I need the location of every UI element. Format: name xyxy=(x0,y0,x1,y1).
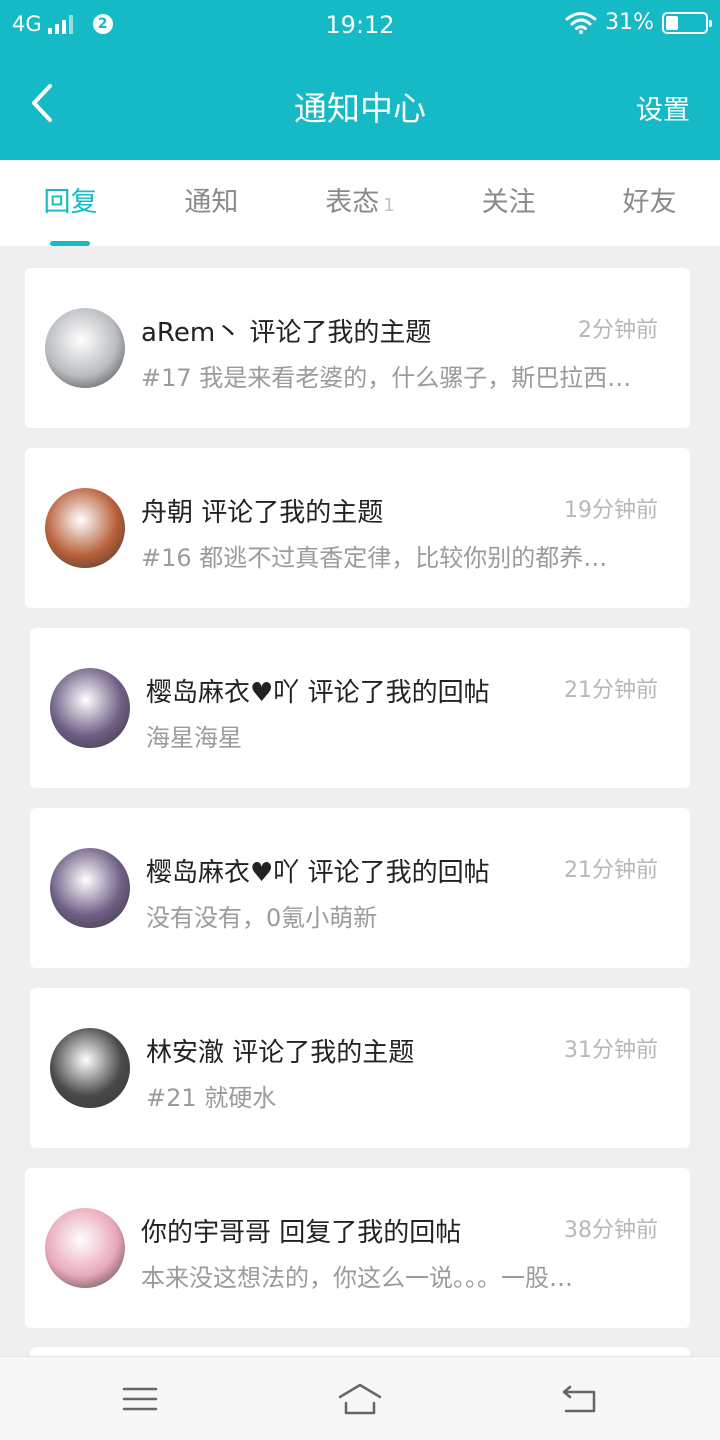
tab-label: 通知 xyxy=(184,187,239,218)
tab-label: 表态 xyxy=(325,187,380,218)
tab-0[interactable]: 回复 xyxy=(23,160,117,246)
system-nav-bar xyxy=(0,1356,720,1440)
notification-headline: 舟朝 评论了我的主题 xyxy=(141,498,384,528)
tab-4[interactable]: 好友 xyxy=(603,160,697,246)
notification-preview: #16 都逃不过真香定律，比较你别的都养… xyxy=(141,544,608,572)
battery-fill xyxy=(666,15,678,30)
tab-2[interactable]: 表态 1 xyxy=(305,160,414,246)
list-item[interactable]: 你的宇哥哥 回复了我的回帖 38分钟前本来没这想法的，你这么一说。。。一股… xyxy=(25,1168,690,1328)
menu-icon[interactable] xyxy=(116,1379,164,1419)
avatar[interactable] xyxy=(45,308,125,388)
status-bar: 4G 2 19:12 31% xyxy=(0,0,720,50)
status-bar-right: 31% xyxy=(565,10,712,35)
notification-headline: 樱岛麻衣♥吖 评论了我的回帖 xyxy=(146,678,490,708)
avatar[interactable] xyxy=(50,848,130,928)
list-item[interactable]: aRem丶 评论了我的主题 2分钟前 #17 我是来看老婆的，什么骡子，斯巴拉西… xyxy=(25,268,690,428)
list-item[interactable]: 樱岛麻衣♥吖 评论了我的回帖 21分钟前没有没有，0氪小萌新 xyxy=(30,808,690,968)
tab-1[interactable]: 通知 xyxy=(164,160,258,246)
home-icon[interactable] xyxy=(336,1379,384,1419)
page-title: 通知中心 xyxy=(294,89,426,128)
notification-list: aRem丶 评论了我的主题 2分钟前 #17 我是来看老婆的，什么骡子，斯巴拉西… 舟… xyxy=(0,268,720,1348)
avatar[interactable] xyxy=(50,668,130,748)
settings-button[interactable]: 设置 xyxy=(636,88,690,127)
tab-3[interactable]: 关注 xyxy=(462,160,556,246)
notification-headline: 你的宇哥哥 回复了我的回帖 xyxy=(141,1218,462,1248)
notification-preview: #21 就硬水 xyxy=(146,1084,277,1112)
notification-headline: 林安澈 评论了我的主题 xyxy=(146,1038,415,1068)
notification-time: 2分钟前 xyxy=(578,318,658,343)
notification-time: 21分钟前 xyxy=(564,678,658,703)
wifi-icon xyxy=(565,11,597,34)
notification-time: 19分钟前 xyxy=(564,498,658,523)
list-item[interactable]: 樱岛麻衣♥吖 评论了我的回帖 21分钟前海星海星 xyxy=(30,628,690,788)
notification-headline: aRem丶 评论了我的主题 xyxy=(141,318,432,348)
list-item[interactable]: 林安澈 评论了我的主题 31分钟前 #21 就硬水 xyxy=(30,988,690,1148)
avatar[interactable] xyxy=(50,1028,130,1108)
notification-preview: #17 我是来看老婆的，什么骡子，斯巴拉西… xyxy=(141,364,632,392)
notification-time: 21分钟前 xyxy=(564,858,658,883)
tab-bar: 回复 通知 表态 1 关注 好友 xyxy=(0,160,720,246)
notification-time: 31分钟前 xyxy=(564,1038,658,1063)
battery-percent: 31% xyxy=(605,10,654,35)
avatar[interactable] xyxy=(45,1208,125,1288)
notification-preview: 本来没这想法的，你这么一说。。。一股… xyxy=(141,1264,573,1292)
tab-label: 关注 xyxy=(481,187,536,218)
battery-icon xyxy=(662,11,712,34)
notification-preview: 没有没有，0氪小萌新 xyxy=(146,904,378,932)
back-icon[interactable] xyxy=(556,1379,604,1419)
tab-label: 好友 xyxy=(622,187,677,218)
notification-preview: 海星海星 xyxy=(146,724,242,752)
app-bar: 通知中心 设置 xyxy=(0,50,720,160)
list-item[interactable]: 舟朝 评论了我的主题 19分钟前 #16 都逃不过真香定律，比较你别的都养… xyxy=(25,448,690,608)
tab-label: 回复 xyxy=(43,187,98,218)
notification-headline: 樱岛麻衣♥吖 评论了我的回帖 xyxy=(146,858,490,888)
avatar[interactable] xyxy=(45,488,125,568)
tab-badge: 1 xyxy=(383,195,395,216)
notification-time: 38分钟前 xyxy=(564,1218,658,1243)
